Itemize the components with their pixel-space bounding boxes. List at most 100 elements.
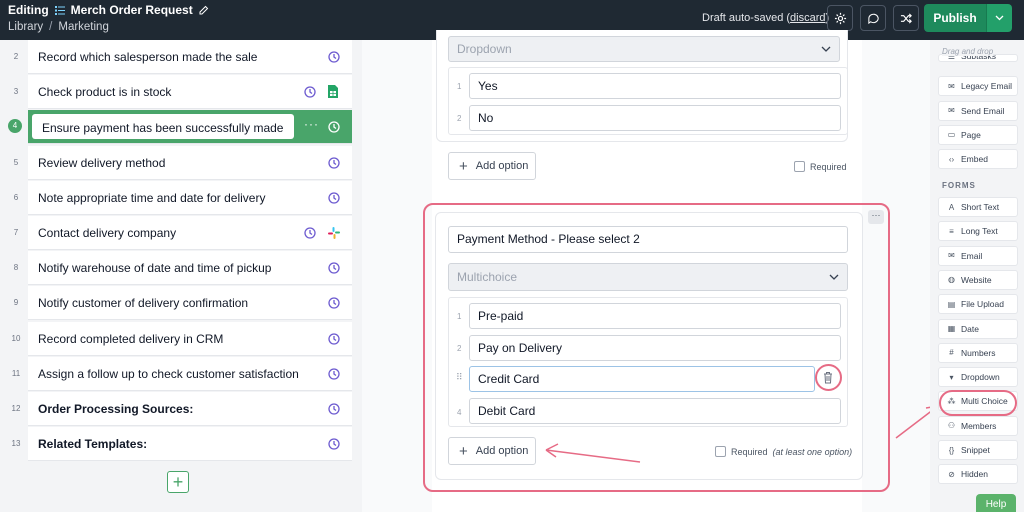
step-number: 5 <box>13 157 19 167</box>
step-label: Ensure payment has been successfully mad… <box>42 121 284 136</box>
step-label: Review delivery method <box>38 155 166 170</box>
publish-menu-button[interactable] <box>986 4 1012 32</box>
step-card[interactable]: Check product is in stock <box>28 75 352 110</box>
step-title-input[interactable]: Ensure payment has been successfully mad… <box>32 114 294 140</box>
long-text-icon: ≡ <box>949 226 954 236</box>
drag-hint: Drag and drop <box>942 47 994 56</box>
edit-icon[interactable] <box>199 5 209 15</box>
step-label: Check product is in stock <box>38 85 172 100</box>
plus-icon: + <box>459 157 468 175</box>
clock-icon[interactable] <box>328 332 340 345</box>
step-card[interactable]: Notify customer of delivery confirmation <box>28 286 352 321</box>
snippet-icon: {} <box>948 445 955 455</box>
widget-send-email[interactable]: ✉ Send Email <box>938 100 1018 121</box>
step-number: 4 <box>8 119 22 134</box>
clock-icon[interactable] <box>328 437 340 450</box>
step-item[interactable]: 2 Record which salesperson made the sale <box>0 40 362 75</box>
numbers-icon: # <box>949 348 954 358</box>
dropdown-icon: ▾ <box>949 372 954 382</box>
widget-dropdown[interactable]: ▾ Dropdown <box>938 367 1018 388</box>
step-item[interactable]: 11 Assign a follow up to check customer s… <box>0 356 362 392</box>
clock-icon[interactable] <box>328 367 340 380</box>
forms-section-header: FORMS <box>942 181 976 190</box>
step-card[interactable]: Order Processing Sources: <box>28 392 352 426</box>
step-item[interactable]: 4 Ensure payment has been successfully ma… <box>0 110 362 145</box>
dropdown-option-input[interactable]: No <box>469 105 841 131</box>
add-option-button[interactable]: + Add option <box>448 152 536 180</box>
file-upload-icon: ▤ <box>947 299 956 309</box>
breadcrumb-library[interactable]: Library <box>8 21 43 33</box>
gear-icon <box>834 12 846 24</box>
widget-email[interactable]: ✉ Email <box>938 245 1018 266</box>
settings-button[interactable] <box>827 5 853 31</box>
step-card[interactable]: Related Templates: <box>28 427 352 462</box>
widget-members[interactable]: ⚇ Members <box>938 415 1018 436</box>
step-item[interactable]: 3 Check product is in stock <box>0 75 362 110</box>
widget-legacy-email[interactable]: ✉ Legacy Email <box>938 76 1018 97</box>
step-label: Record completed delivery in CRM <box>38 331 224 346</box>
help-button[interactable]: Help <box>976 494 1016 512</box>
step-card[interactable]: Contact delivery company <box>28 216 352 250</box>
hidden-icon: ⊘ <box>948 469 955 479</box>
slack-icon <box>328 226 340 239</box>
step-card[interactable]: Record which salesperson made the sale <box>28 40 352 74</box>
widget-page[interactable]: ▭ Page <box>938 124 1018 145</box>
chevron-down-icon <box>995 15 1004 21</box>
clock-icon[interactable] <box>328 296 340 310</box>
dropdown-type-select[interactable]: Dropdown <box>448 36 840 62</box>
step-card[interactable]: Record completed delivery in CRM <box>28 321 352 356</box>
required-checkbox[interactable]: Required <box>794 161 847 172</box>
shuffle-button[interactable] <box>893 5 919 31</box>
clock-icon[interactable] <box>328 261 340 274</box>
dropdown-option-input[interactable]: Yes <box>469 73 841 99</box>
widget-numbers[interactable]: # Numbers <box>938 342 1018 363</box>
publish-button[interactable]: Publish <box>924 4 986 32</box>
step-item[interactable]: 10 Record completed delivery in CRM <box>0 321 362 357</box>
step-card[interactable]: Notify warehouse of date and time of pic… <box>28 251 352 286</box>
step-item[interactable]: 9 Notify customer of delivery confirmatio… <box>0 286 362 321</box>
step-card[interactable]: Ensure payment has been successfully mad… <box>28 110 352 145</box>
step-item[interactable]: 8 Notify warehouse of date and time of pi… <box>0 251 362 286</box>
step-label: Contact delivery company <box>38 226 177 240</box>
step-item[interactable]: 6 Note appropriate time and date for deli… <box>0 180 362 216</box>
step-card[interactable]: Review delivery method <box>28 145 352 180</box>
annotation-circle <box>939 390 1017 416</box>
widget-website[interactable]: ◍ Website <box>938 269 1018 290</box>
step-label: Notify customer of delivery confirmation <box>38 296 249 311</box>
widget-date[interactable]: ▦ Date <box>938 318 1018 339</box>
discard-link[interactable]: discard <box>790 12 825 24</box>
step-item[interactable]: 5 Review delivery method <box>0 145 362 181</box>
step-item[interactable]: 12 Order Processing Sources: <box>0 392 362 427</box>
comments-button[interactable] <box>860 5 886 31</box>
clock-icon[interactable] <box>304 85 316 98</box>
breadcrumb-marketing[interactable]: Marketing <box>58 21 109 33</box>
step-item[interactable]: 13 Related Templates: <box>0 427 362 462</box>
clock-icon[interactable] <box>328 156 340 169</box>
step-label: Related Templates: <box>38 437 148 452</box>
widgets-sidebar: FORMS ☰ Subtasks ✉ Legacy Email ✉ Send Email ▭… <box>930 40 1024 512</box>
clock-icon[interactable] <box>328 50 340 63</box>
widget-embed[interactable]: ‹› Embed <box>938 149 1018 170</box>
add-step-button[interactable]: + <box>167 471 189 493</box>
draft-status: Draft auto-saved (discard) <box>702 12 830 24</box>
step-item[interactable]: 7 Contact delivery company <box>0 216 362 251</box>
step-label: Order Processing Sources: <box>38 402 194 416</box>
clock-icon[interactable] <box>328 191 340 204</box>
widget-short-text[interactable]: A Short Text <box>938 197 1018 217</box>
checkbox[interactable] <box>794 161 805 172</box>
clock-icon[interactable] <box>328 120 340 134</box>
step-card[interactable]: Assign a follow up to check customer sat… <box>28 356 352 391</box>
widget-long-text[interactable]: ≡ Long Text <box>938 221 1018 242</box>
doc-title[interactable]: Merch Order Request <box>71 3 193 17</box>
widget-snippet[interactable]: {} Snippet <box>938 440 1018 460</box>
steps-panel: 2 Record which salesperson made the sale 3… <box>0 40 362 512</box>
clock-icon[interactable] <box>328 402 340 415</box>
clock-icon[interactable] <box>304 226 316 239</box>
date-icon: ▦ <box>947 324 956 333</box>
step-card[interactable]: Note appropriate time and date for deliv… <box>28 180 352 215</box>
widget-file-upload[interactable]: ▤ File Upload <box>938 294 1018 315</box>
step-number: 6 <box>13 192 19 202</box>
step-menu-button[interactable]: ··· <box>304 117 319 131</box>
widget-hidden[interactable]: ⊘ Hidden <box>938 464 1018 485</box>
page-icon: ▭ <box>947 130 956 140</box>
